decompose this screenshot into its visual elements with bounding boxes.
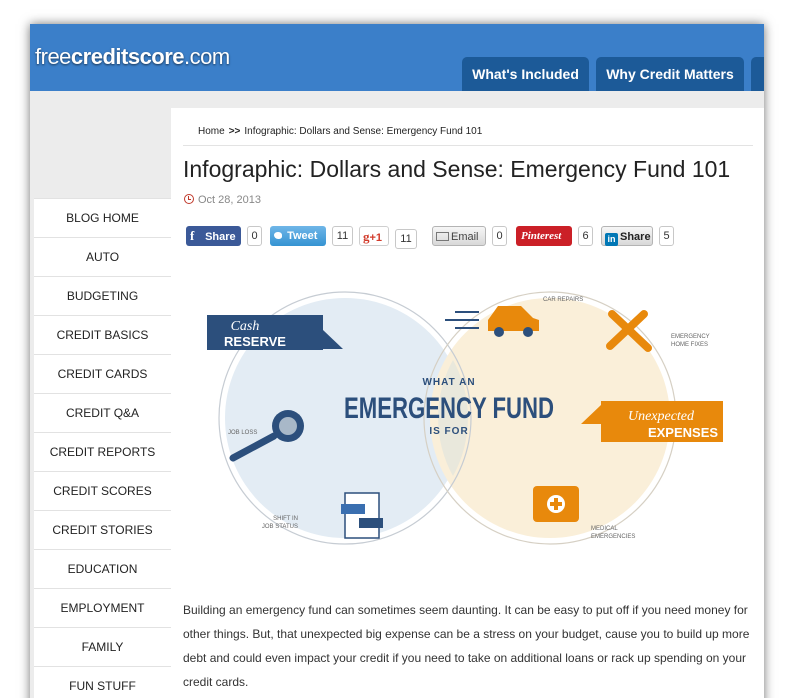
envelope-icon	[436, 232, 449, 241]
is-for-text: IS FOR	[429, 426, 468, 437]
twitter-bird-icon	[274, 232, 282, 239]
site-header: freecreditscore.com What's Included Why …	[30, 24, 764, 91]
sidebar-item-fun-stuff[interactable]: FUN STUFF	[34, 666, 171, 698]
facebook-share-label: Share	[205, 231, 236, 243]
post-date-text: Oct 28, 2013	[198, 194, 261, 206]
sidebar-item-credit-basics[interactable]: CREDIT BASICS	[34, 315, 171, 354]
sidebar-item-employment[interactable]: EMPLOYMENT	[34, 588, 171, 627]
sidebar-item-education[interactable]: EDUCATION	[34, 549, 171, 588]
pinterest-button[interactable]: Pinterest	[516, 226, 572, 246]
car-wheel-icon	[523, 327, 533, 337]
arrow-left-icon	[359, 518, 383, 528]
cash-text: Cash	[231, 319, 260, 334]
facebook-icon: f	[190, 228, 195, 243]
post-date: Oct 28, 2013	[184, 194, 261, 206]
gplus-button[interactable]: g+1	[359, 226, 389, 246]
gplus-count: 11	[395, 229, 417, 249]
logo-text-post: .com	[184, 44, 230, 69]
sidebar-item-credit-cards[interactable]: CREDIT CARDS	[34, 354, 171, 393]
sidebar-item-budgeting[interactable]: BUDGETING	[34, 276, 171, 315]
pinterest-label: Pinterest	[521, 230, 562, 242]
emergency-fund-text: EMERGENCY FUND	[344, 392, 554, 425]
linkedin-share-button[interactable]: in Share	[601, 226, 653, 246]
arrow-right-icon	[341, 504, 365, 514]
tab-next-partial[interactable]	[751, 57, 764, 91]
breadcrumb-separator: >>	[228, 126, 241, 137]
category-sidebar: BLOG HOME AUTO BUDGETING CREDIT BASICS C…	[34, 198, 171, 698]
breadcrumb-current: Infographic: Dollars and Sense: Emergenc…	[244, 126, 483, 137]
sidebar-item-credit-reports[interactable]: CREDIT REPORTS	[34, 432, 171, 471]
car-repairs-label: CAR REPAIRS	[543, 297, 583, 303]
facebook-share-button[interactable]: f Share	[186, 226, 241, 246]
email-share-button[interactable]: Email	[432, 226, 486, 246]
home-fixes-label: HOME FIXES	[671, 342, 708, 348]
shift-in-label: SHIFT IN	[273, 516, 298, 522]
email-share-label: Email	[451, 231, 479, 243]
pinterest-count: 6	[578, 226, 593, 246]
divider	[183, 145, 753, 146]
sidebar-item-credit-scores[interactable]: CREDIT SCORES	[34, 471, 171, 510]
twitter-tweet-count: 11	[332, 226, 353, 246]
what-an-text: WHAT AN	[422, 377, 475, 388]
expenses-text: EXPENSES	[648, 425, 718, 440]
linkedin-icon: in	[605, 233, 618, 246]
logo-text-bold: creditscore	[70, 44, 185, 69]
job-loss-label: JOB LOSS	[228, 430, 257, 436]
emergencies-label: EMERGENCIES	[591, 534, 635, 540]
car-wheel-icon	[494, 327, 504, 337]
tab-why-credit-matters[interactable]: Why Credit Matters	[596, 57, 744, 91]
infographic-image: WHAT AN EMERGENCY FUND IS FOR Cash RESER…	[207, 291, 723, 545]
sidebar-item-credit-qa[interactable]: CREDIT Q&A	[34, 393, 171, 432]
email-share-count: 0	[492, 226, 507, 246]
reserve-text: RESERVE	[224, 334, 286, 349]
breadcrumb-home-link[interactable]: Home	[198, 126, 225, 137]
twitter-tweet-label: Tweet	[287, 230, 318, 242]
unexpected-text: Unexpected	[628, 409, 695, 424]
sidebar-item-auto[interactable]: AUTO	[34, 237, 171, 276]
clock-icon	[184, 194, 194, 204]
sidebar-item-family[interactable]: FAMILY	[34, 627, 171, 666]
medical-cross-icon	[550, 502, 562, 506]
key-icon-hole	[279, 417, 297, 435]
medical-label: MEDICAL	[591, 526, 618, 532]
tab-whats-included[interactable]: What's Included	[462, 57, 589, 91]
breadcrumb: Home >> Infographic: Dollars and Sense: Em…	[198, 126, 482, 137]
page-title: Infographic: Dollars and Sense: Emergenc…	[183, 156, 731, 182]
twitter-tweet-button[interactable]: Tweet	[270, 226, 326, 246]
job-status-label: JOB STATUS	[262, 524, 298, 530]
linkedin-share-label: Share	[620, 231, 651, 243]
site-logo[interactable]: freecreditscore.com	[35, 44, 230, 70]
gplus-label: +1	[369, 232, 383, 244]
facebook-share-count: 0	[247, 226, 262, 246]
browser-page: freecreditscore.com What's Included Why …	[30, 24, 764, 698]
article-content: Home >> Infographic: Dollars and Sense: Em…	[171, 108, 764, 698]
article-body: Building an emergency fund can sometimes…	[183, 603, 750, 689]
linkedin-share-count: 5	[659, 226, 674, 246]
document-icon	[344, 492, 380, 539]
logo-text-pre: free	[35, 44, 71, 69]
sidebar-item-credit-stories[interactable]: CREDIT STORIES	[34, 510, 171, 549]
sidebar-item-blog-home[interactable]: BLOG HOME	[34, 198, 171, 237]
emergency-label: EMERGENCY	[671, 334, 710, 340]
